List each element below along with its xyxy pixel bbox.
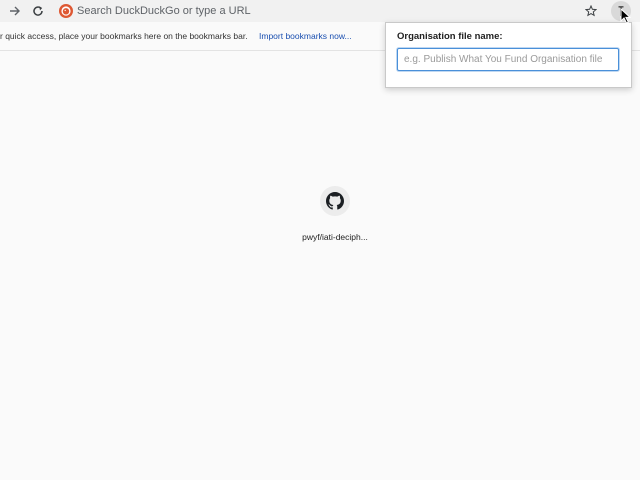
bookmark-star-button[interactable]	[583, 3, 599, 19]
reload-button[interactable]	[30, 3, 46, 19]
bookmarks-bar-message: r quick access, place your bookmarks her…	[0, 31, 248, 41]
browser-toolbar: Search DuckDuckGo or type a URL	[0, 0, 640, 22]
organisation-file-name-label: Organisation file name:	[397, 31, 503, 42]
shortcut-tile-icon	[320, 186, 350, 216]
star-icon	[585, 5, 597, 17]
reload-icon	[33, 6, 43, 16]
duckduckgo-logo-icon	[59, 4, 73, 18]
extension-popup: Organisation file name:	[385, 22, 632, 88]
import-bookmarks-link[interactable]: Import bookmarks now...	[259, 22, 352, 50]
shortcut-tile[interactable]: pwyf/iati-deciph...	[296, 186, 374, 246]
address-bar[interactable]: Search DuckDuckGo or type a URL	[52, 1, 612, 21]
address-bar-placeholder: Search DuckDuckGo or type a URL	[77, 5, 251, 17]
github-icon	[326, 192, 344, 210]
organisation-file-name-input[interactable]	[397, 48, 619, 71]
shortcut-tile-label: pwyf/iati-deciph...	[302, 232, 368, 242]
arrow-right-icon	[10, 6, 20, 16]
mouse-cursor-icon	[620, 8, 632, 24]
forward-button[interactable]	[7, 3, 23, 19]
